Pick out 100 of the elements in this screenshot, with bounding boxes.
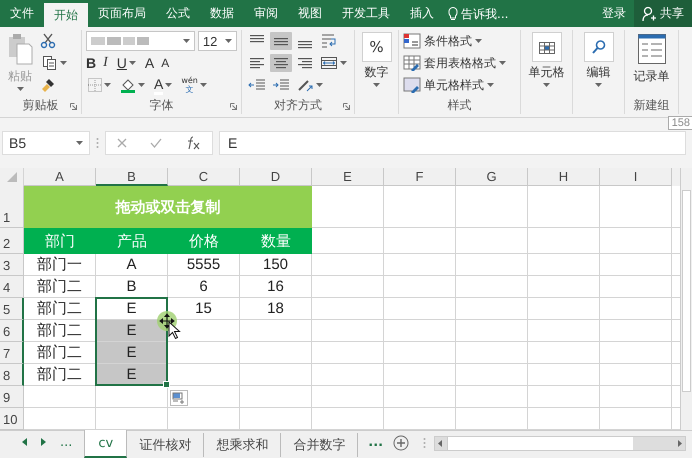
blurred-text-drawing bbox=[91, 36, 149, 46]
move-cursor-icon bbox=[156, 310, 182, 340]
more-sheets-button[interactable]: ... bbox=[60, 434, 72, 450]
table-cell-text: B bbox=[125, 277, 138, 297]
ribbon-tab[interactable]: 审阅 bbox=[244, 0, 288, 27]
increase-font-button[interactable]: A bbox=[144, 55, 154, 71]
row-header[interactable]: 5 bbox=[0, 298, 24, 320]
row-header[interactable]: 9 bbox=[0, 386, 24, 408]
table-title: 拖动或双击复制 bbox=[114, 198, 222, 218]
bold-button[interactable]: B bbox=[86, 55, 96, 71]
group-label: 样式 bbox=[448, 96, 472, 114]
row-header[interactable]: 7 bbox=[0, 342, 24, 364]
row-header[interactable]: 1 bbox=[0, 186, 24, 228]
table-format-icon bbox=[403, 55, 421, 71]
formula-field[interactable]: E bbox=[219, 131, 686, 155]
grip-icon bbox=[423, 437, 426, 449]
paste-options-icon[interactable] bbox=[170, 390, 188, 406]
column-header[interactable]: E bbox=[312, 168, 384, 186]
sheet-tab[interactable]: cv bbox=[84, 430, 128, 458]
tell-me-field[interactable]: 告诉我... bbox=[461, 6, 517, 20]
row-header[interactable]: 6 bbox=[0, 320, 24, 342]
caret-icon bbox=[104, 83, 111, 87]
row-header[interactable]: 4 bbox=[0, 276, 24, 298]
row-header[interactable]: 8 bbox=[0, 364, 24, 386]
table-cell-text: 部门一 bbox=[36, 255, 83, 275]
scroll-left-icon[interactable] bbox=[22, 438, 27, 446]
horizontal-scrollbar[interactable] bbox=[434, 436, 686, 451]
cells-button[interactable]: 单元格 bbox=[525, 30, 568, 89]
dialog-launcher-icon[interactable] bbox=[230, 103, 237, 110]
font-size-field[interactable]: 12 bbox=[198, 31, 237, 51]
column-header[interactable]: G bbox=[456, 168, 528, 186]
phonetic-guide-button[interactable]: wén 文 bbox=[179, 75, 209, 95]
sheet-tab[interactable]: 想乘求和 bbox=[204, 433, 282, 457]
number-format-button[interactable]: % 数字 bbox=[359, 30, 394, 89]
fill-handle[interactable] bbox=[163, 381, 170, 388]
caret-icon bbox=[373, 83, 380, 87]
ribbon-tab[interactable]: 文件 bbox=[0, 0, 44, 27]
ribbon-tab[interactable]: 公式 bbox=[156, 0, 200, 27]
more-sheets-button[interactable]: ... bbox=[358, 431, 394, 453]
group-label: 字体 bbox=[150, 96, 174, 114]
style-menu-button[interactable]: 套用表格格式 bbox=[403, 54, 516, 72]
align-bottom-icon bbox=[296, 40, 314, 50]
style-menu-button[interactable]: 条件格式 bbox=[403, 32, 516, 50]
align-middle-icon bbox=[272, 37, 290, 46]
sheet-tab[interactable]: 合并数字 bbox=[281, 433, 358, 457]
align-center-button[interactable] bbox=[270, 54, 292, 72]
cells-icon bbox=[538, 39, 556, 55]
caret-icon bbox=[225, 39, 232, 43]
column-heading: 产品 bbox=[116, 232, 148, 252]
sheet-tab[interactable]: 证件核对 bbox=[127, 433, 204, 457]
vertical-scrollbar[interactable] bbox=[680, 168, 692, 430]
scrollbar-thumb[interactable] bbox=[682, 190, 691, 392]
copy-button[interactable] bbox=[40, 54, 69, 72]
underline-button[interactable]: U bbox=[114, 54, 138, 72]
font-color-button[interactable]: A bbox=[152, 74, 174, 96]
name-box[interactable]: B5 bbox=[2, 131, 90, 155]
column-header[interactable]: I bbox=[600, 168, 672, 186]
merge-center-button[interactable] bbox=[318, 54, 349, 72]
tooltip: 158 bbox=[668, 116, 692, 130]
column-header[interactable]: B bbox=[96, 168, 168, 186]
font-name-field[interactable] bbox=[86, 31, 195, 51]
borders-button[interactable] bbox=[86, 77, 113, 93]
align-middle-button[interactable] bbox=[270, 32, 292, 50]
column-header[interactable]: A bbox=[24, 168, 96, 186]
ribbon-tab[interactable]: 数据 bbox=[200, 0, 244, 27]
spreadsheet-grid[interactable]: A B C D E F G H I 1 拖动或双击复制 2 部门 产品 价格 数量 3 部门一 A 5555 150 4 部门二 B 6 16 5 部门二 E 15 18 6 部门二 E 7 部门二 E 8 部门二 E 9 10 bbox=[0, 168, 680, 430]
grip-icon bbox=[96, 137, 99, 149]
row-header[interactable]: 2 bbox=[0, 228, 24, 254]
add-sheet-icon[interactable] bbox=[393, 435, 410, 451]
align-right-icon bbox=[296, 57, 314, 70]
align-left-icon bbox=[248, 57, 266, 70]
scissors-icon[interactable] bbox=[40, 32, 56, 49]
row-header[interactable]: 3 bbox=[0, 254, 24, 276]
italic-button[interactable]: I bbox=[103, 55, 108, 71]
form-button[interactable]: 记录单 bbox=[630, 30, 672, 96]
ribbon-tab[interactable]: 开发工具 bbox=[332, 0, 400, 27]
paint-bucket-icon bbox=[120, 77, 136, 93]
column-header[interactable]: D bbox=[240, 168, 312, 186]
decrease-font-button[interactable]: A bbox=[161, 56, 170, 70]
scroll-right-icon[interactable] bbox=[41, 438, 46, 446]
caret-icon bbox=[138, 83, 145, 87]
ribbon-tab[interactable]: 视图 bbox=[288, 0, 332, 27]
ribbon-tab[interactable]: 插入 bbox=[400, 0, 444, 27]
column-header[interactable]: H bbox=[528, 168, 600, 186]
ribbon-tab[interactable]: 开始 bbox=[44, 3, 88, 27]
format-painter-icon[interactable] bbox=[40, 77, 56, 94]
check-icon[interactable] bbox=[150, 138, 162, 148]
table-cell-text: 部门二 bbox=[36, 299, 83, 319]
table-cell-text: 部门二 bbox=[36, 343, 83, 363]
ribbon-tab[interactable]: 页面布局 bbox=[88, 0, 156, 27]
column-header[interactable]: F bbox=[384, 168, 456, 186]
share-button[interactable]: 共享 bbox=[634, 0, 692, 27]
row-header[interactable]: 10 bbox=[0, 408, 24, 430]
borders-icon bbox=[88, 78, 102, 92]
dialog-launcher-icon[interactable] bbox=[343, 103, 350, 110]
style-menu-button[interactable]: 单元格样式 bbox=[403, 76, 516, 94]
sign-in-link[interactable]: 登录 bbox=[594, 0, 634, 27]
column-header[interactable]: C bbox=[168, 168, 240, 186]
dialog-launcher-icon[interactable] bbox=[70, 103, 77, 110]
editing-button[interactable]: 编辑 bbox=[577, 30, 620, 89]
